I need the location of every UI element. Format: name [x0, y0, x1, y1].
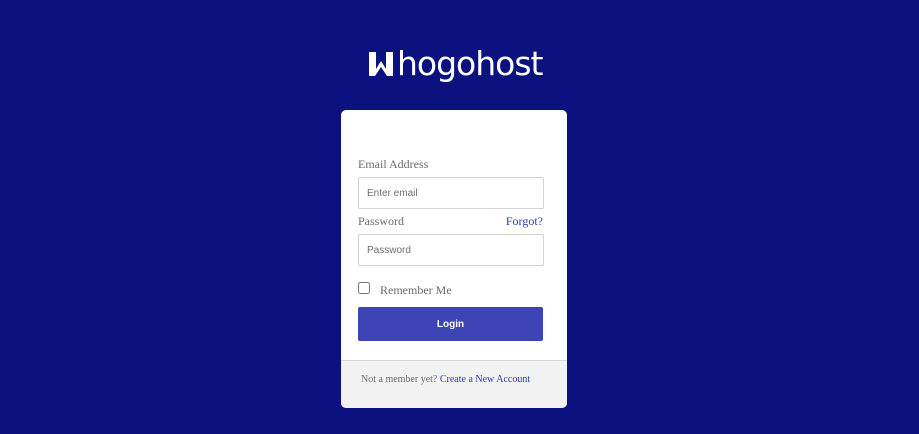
remember-me-checkbox[interactable] — [358, 282, 370, 294]
email-input[interactable] — [358, 177, 544, 209]
remember-me-row: Remember Me — [358, 278, 452, 298]
create-account-link[interactable]: Create a New Account — [440, 374, 530, 385]
forgot-password-link[interactable]: Forgot? — [506, 214, 543, 229]
brand-logo: hogohost — [368, 44, 543, 84]
password-input[interactable] — [358, 234, 544, 266]
signup-prompt: Not a member yet? Create a New Account — [361, 374, 530, 385]
login-card: Email Address Password Forgot? Remember … — [341, 110, 567, 408]
login-button[interactable]: Login — [358, 307, 543, 341]
brand-name: hogohost — [397, 44, 543, 83]
login-page: hogohost Email Address Password Forgot? … — [0, 0, 919, 434]
remember-me-label: Remember Me — [380, 283, 452, 297]
card-footer: Not a member yet? Create a New Account — [341, 360, 567, 408]
signup-prompt-text: Not a member yet? — [361, 374, 438, 385]
email-label: Email Address — [358, 157, 429, 171]
logo-w-icon — [369, 52, 393, 76]
password-label: Password — [358, 214, 405, 228]
